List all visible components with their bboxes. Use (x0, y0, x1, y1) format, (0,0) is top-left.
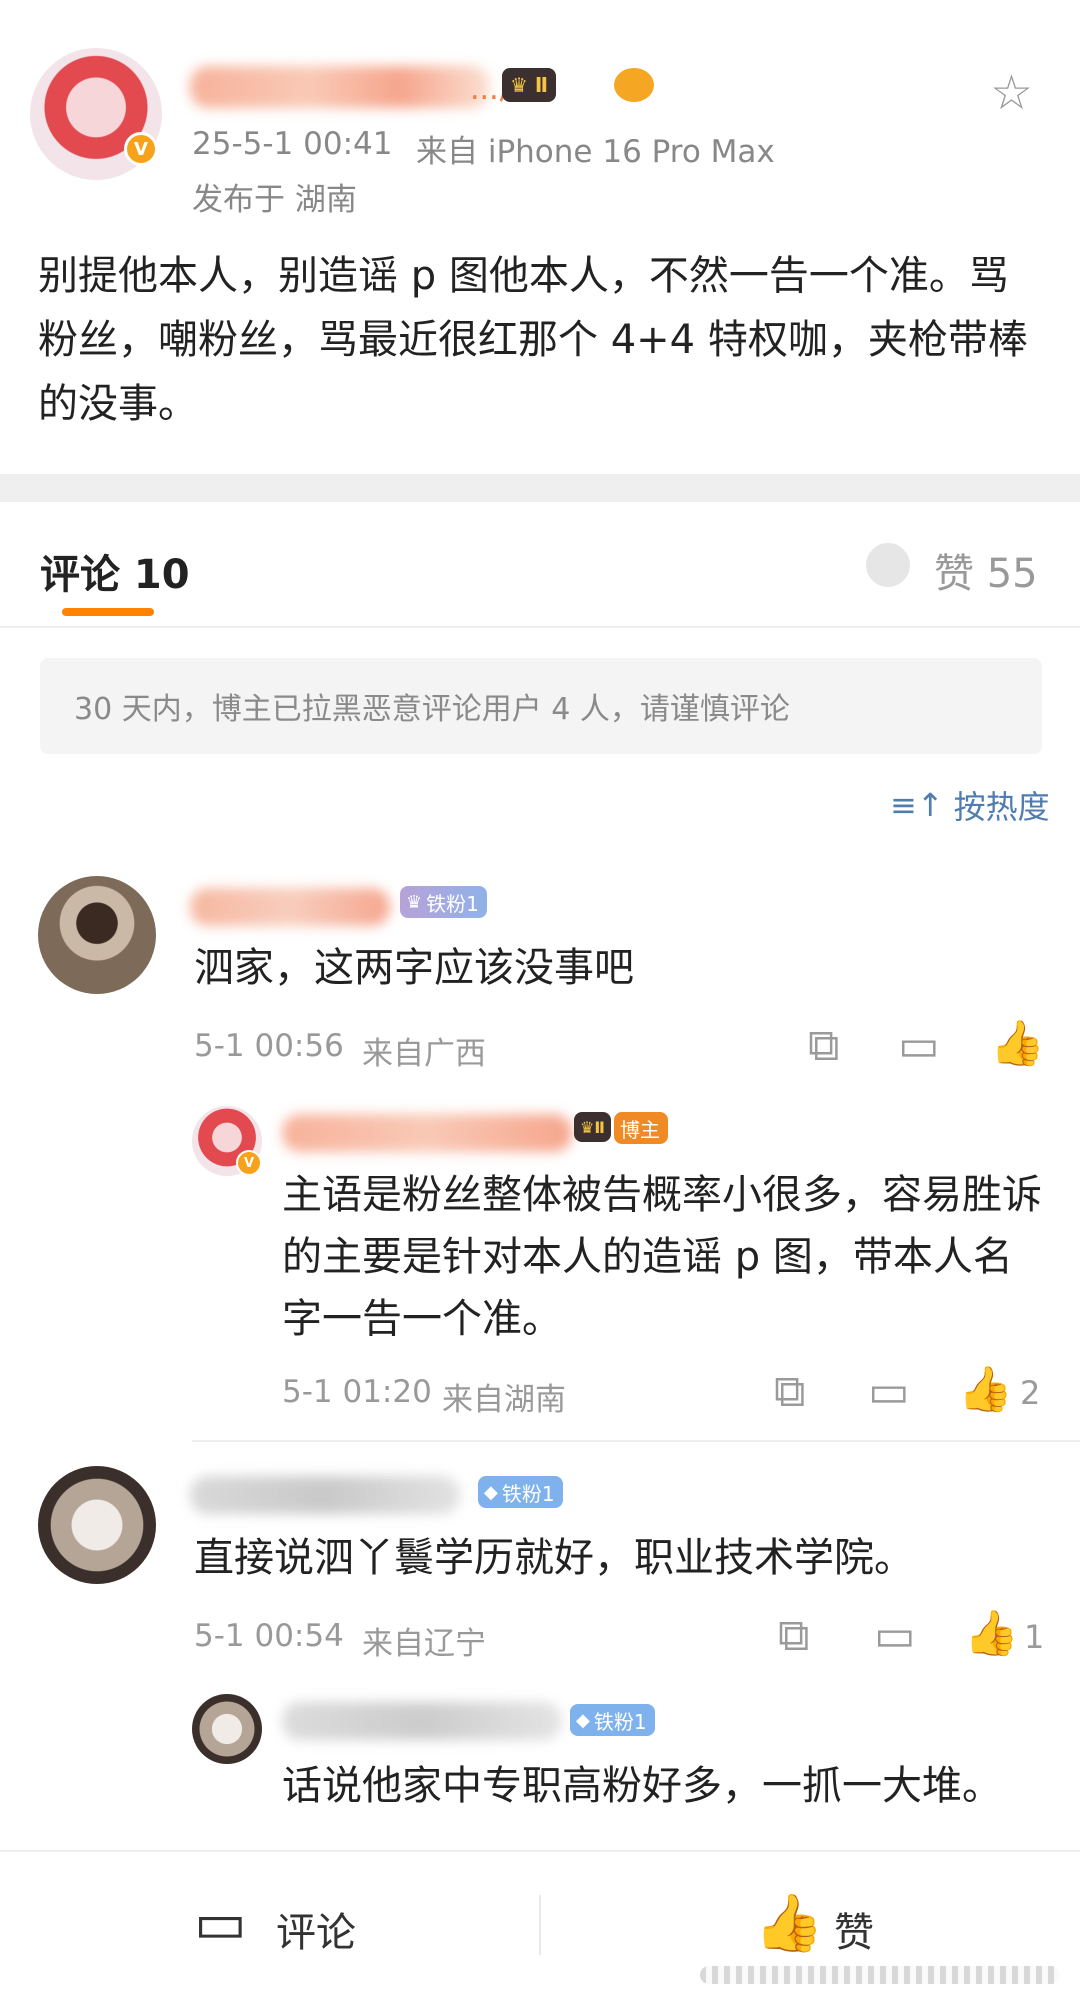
like-icon[interactable]: 👍 (964, 1612, 1019, 1656)
reply-text: 主语是粉丝整体被告概率小很多，容易胜诉的主要是针对本人的造谣 p 图，带本人名字… (282, 1172, 1042, 1342)
like-count: 1 (1024, 1618, 1045, 1656)
replier-avatar[interactable] (192, 1694, 262, 1764)
reply-comment-icon[interactable]: ▭ (898, 1024, 940, 1068)
fan-level-badge: ◆ 铁粉1 (478, 1476, 563, 1508)
star-glyph[interactable]: ☆ (990, 65, 1033, 121)
fan-level-badge: ♛ 铁粉1 (400, 886, 487, 918)
commenter-name-blurred[interactable] (190, 888, 390, 926)
diamond-badge-icon: ◆ (576, 1709, 590, 1731)
commenter-avatar[interactable] (38, 1466, 156, 1584)
post-source: 来自 iPhone 16 Pro Max (416, 134, 775, 170)
crown-level-text: Ⅱ (534, 73, 549, 97)
commenter-name-blurred[interactable] (190, 1476, 460, 1514)
section-divider (0, 474, 1080, 502)
reply-time: 5-1 01:20 (282, 1374, 432, 1410)
share-icon[interactable]: ⧉ (808, 1024, 839, 1068)
star-favorite-icon[interactable]: ☆ (990, 65, 1033, 121)
post-location: 发布于 湖南 (192, 182, 357, 218)
like-icon[interactable]: 👍 (958, 1368, 1013, 1412)
reply-comment-icon[interactable]: ▭ (874, 1614, 916, 1658)
reply-comment-icon[interactable]: ▭ (868, 1370, 910, 1414)
fan-badge-text: 铁粉1 (426, 891, 479, 916)
bottom-comment-button[interactable]: 评论 (276, 1900, 356, 1958)
replier-name-blurred[interactable] (282, 1114, 572, 1152)
author-name-blurred[interactable] (190, 66, 490, 108)
fan-level-badge: ◆ 铁粉1 (570, 1704, 655, 1736)
crown-level-badge-icon: ♛ Ⅱ (574, 1112, 611, 1142)
crown-badge-icon: ♛ (406, 891, 423, 913)
comment-separator (192, 1440, 1080, 1442)
verified-badge-icon: V (124, 132, 158, 166)
bottom-like-button[interactable]: 赞 (834, 1900, 874, 1958)
tabs-divider (0, 626, 1080, 628)
tab-likes[interactable]: 赞 55 (934, 541, 1038, 599)
comment-time: 5-1 00:54 (194, 1618, 344, 1654)
blacklist-notice: 30 天内，博主已拉黑恶意评论用户 4 人，请谨慎评论 (40, 658, 1042, 754)
comment-bubble-icon[interactable]: ▭ (194, 1896, 247, 1952)
sort-label[interactable]: 按热度 (954, 782, 1050, 828)
crown-level-badge-icon: ♛ Ⅱ (502, 68, 557, 102)
comment-time: 5-1 00:56 (194, 1028, 344, 1064)
like-count: 2 (1020, 1374, 1041, 1412)
sort-button[interactable]: ≡↑ 按热度 (890, 782, 1050, 828)
fish-emblem-icon (614, 68, 654, 102)
owner-badge: 博主 (614, 1112, 668, 1144)
fan-badge-text: 铁粉1 (501, 1481, 555, 1506)
post-time: 25-5-1 00:41 (192, 126, 393, 162)
comment-text: 泗家，这两字应该没事吧 (194, 945, 634, 991)
comment-text: 直接说泗丫鬟学历就好，职业技术学院。 (194, 1535, 914, 1581)
tab-active-indicator (62, 608, 154, 616)
fan-badge-text: 铁粉1 (593, 1709, 647, 1734)
owner-badge-text: 博主 (620, 1117, 660, 1142)
notice-text: 30 天内，博主已拉黑恶意评论用户 4 人，请谨慎评论 (74, 692, 790, 727)
liker-avatar[interactable] (864, 541, 912, 589)
tab-comments[interactable]: 评论 10 (40, 542, 190, 600)
comment-location: 来自广西 (362, 1036, 486, 1072)
diamond-badge-icon: ◆ (484, 1481, 498, 1503)
verified-badge-text: V (134, 138, 148, 160)
verified-badge-icon: V (236, 1150, 262, 1176)
commenter-avatar[interactable] (38, 876, 156, 994)
sort-icon[interactable]: ≡↑ (890, 786, 944, 824)
thumbs-up-icon[interactable]: 👍 (754, 1896, 824, 1952)
share-icon[interactable]: ⧉ (774, 1370, 805, 1414)
reply-location: 来自湖南 (442, 1382, 566, 1418)
bottom-bar-divider (539, 1895, 541, 1955)
share-icon[interactable]: ⧉ (778, 1614, 809, 1658)
reply-text: 话说他家中专职高粉好多，一抓一大堆。 (282, 1763, 1002, 1809)
crown-level-text: Ⅱ (594, 1117, 605, 1137)
comment-location: 来自辽宁 (362, 1626, 486, 1662)
post-body-text: 别提他本人，别造谣 p 图他本人，不然一告一个准。骂粉丝，嘲粉丝，骂最近很红那个… (38, 253, 1028, 427)
replier-name-blurred[interactable] (282, 1702, 562, 1740)
like-icon[interactable]: 👍 (990, 1022, 1045, 1066)
watermark-strip (700, 1966, 1060, 1984)
